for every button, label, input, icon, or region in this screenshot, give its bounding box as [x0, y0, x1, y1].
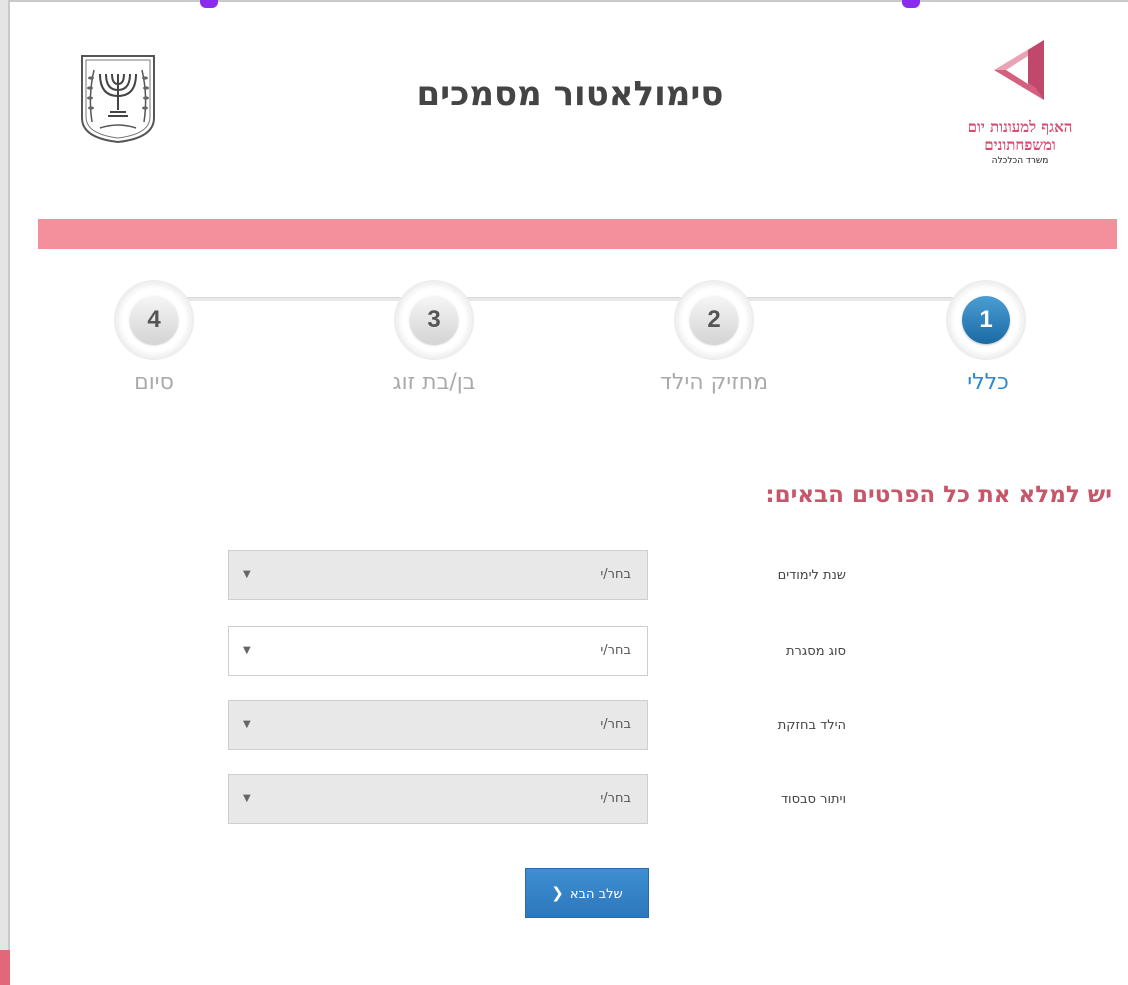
ministry-logo: האגף למעונות יום ומשפחתונים משרד הכלכלה	[924, 38, 1116, 178]
left-border	[0, 0, 8, 985]
step-4[interactable]: 4	[114, 280, 194, 360]
dropdown-arrow-icon: ▼	[243, 569, 251, 580]
chevron-left-icon: ❮	[551, 884, 564, 902]
field-label: סוג מסגרת	[786, 644, 846, 659]
step-label-general[interactable]: כללי	[888, 370, 1088, 395]
page-frame: סימולאטור מסמכים האגף למעונות יום ומשפחת…	[0, 0, 1128, 985]
select-value: בחר/י	[600, 791, 631, 806]
form-row-custody: הילד בחזקת בחר/י ▼	[228, 700, 868, 752]
field-label: שנת לימודים	[777, 568, 846, 583]
step-3[interactable]: 3	[394, 280, 474, 360]
step-number: 4	[130, 296, 178, 344]
select-value: בחר/י	[600, 717, 631, 732]
subsidy-waiver-select[interactable]: בחר/י ▼	[228, 774, 648, 824]
decorative-mark	[200, 0, 218, 8]
decorative-corner	[0, 950, 10, 985]
dropdown-arrow-icon: ▼	[243, 793, 251, 804]
form-row-subsidy-waiver: ויתור סבסוד בחר/י ▼	[228, 774, 868, 826]
logo-text-line1: האגף למעונות יום	[967, 118, 1073, 136]
steps-connector	[150, 297, 990, 301]
step-number: 1	[962, 296, 1010, 344]
left-border-line	[8, 0, 10, 985]
step-label-spouse[interactable]: בן/בת זוג	[334, 370, 534, 395]
school-year-select[interactable]: בחר/י ▼	[228, 550, 648, 600]
header-divider-bar	[38, 219, 1117, 249]
framework-type-select[interactable]: בחר/י ▼	[228, 626, 648, 676]
step-number: 3	[410, 296, 458, 344]
step-2[interactable]: 2	[674, 280, 754, 360]
page-title: סימולאטור מסמכים	[416, 74, 724, 114]
triangle-logo-icon	[994, 40, 1044, 100]
step-label-custodian[interactable]: מחזיק הילד	[614, 370, 814, 395]
logo-text-line2: ומשפחתונים	[984, 136, 1056, 154]
field-label: ויתור סבסוד	[780, 792, 846, 807]
select-value: בחר/י	[600, 567, 631, 582]
step-number: 2	[690, 296, 738, 344]
dropdown-arrow-icon: ▼	[243, 719, 251, 730]
step-1[interactable]: 1	[946, 280, 1026, 360]
custody-select[interactable]: בחר/י ▼	[228, 700, 648, 750]
top-border	[10, 0, 1128, 2]
select-value: בחר/י	[600, 643, 631, 658]
next-step-button[interactable]: שלב הבא ❮	[525, 868, 649, 918]
logo-text-line3: משרד הכלכלה	[991, 156, 1049, 166]
dropdown-arrow-icon: ▼	[243, 645, 251, 656]
step-label-finish[interactable]: סיום	[54, 370, 254, 395]
form-heading: יש למלא את כל הפרטים הבאים:	[765, 482, 1112, 508]
israel-emblem-icon	[76, 52, 160, 144]
field-label: הילד בחזקת	[777, 718, 846, 733]
form-row-school-year: שנת לימודים בחר/י ▼	[228, 550, 868, 602]
form-row-framework-type: סוג מסגרת בחר/י ▼	[228, 626, 868, 678]
next-step-label: שלב הבא	[569, 887, 623, 902]
decorative-mark	[902, 0, 920, 8]
